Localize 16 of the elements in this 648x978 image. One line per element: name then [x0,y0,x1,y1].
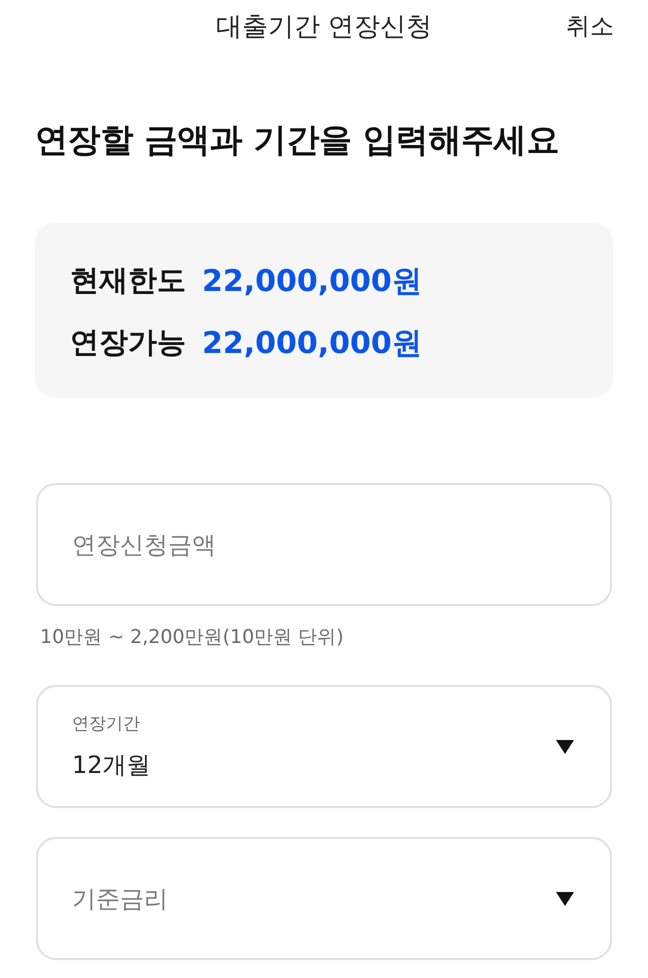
page-heading: 연장할 금액과 기간을 입력해주세요 [35,119,560,161]
helper-text: 10만원 ~ 2,200만원(10만원 단위) [40,625,345,650]
dropdown-field[interactable]: 연장기간 12개월 [36,685,612,808]
caret-icon [556,892,574,906]
dropdown-field[interactable]: 기준금리 [36,837,612,960]
field-placeholder: 기준금리 [72,884,169,914]
limit-amount: 22,000,000원 [202,262,422,300]
limit-label: 현재한도 [70,262,186,299]
cancel-button[interactable]: 취소 [566,10,614,42]
amount-input-field[interactable]: 연장신청금액 [36,483,612,606]
limit-amount: 22,000,000원 [202,324,422,362]
limit-label: 연장가능 [70,324,186,361]
caret-icon [556,740,574,754]
field-value: 12개월 [72,750,152,780]
screen-title: 대출기간 연장신청 [216,10,432,44]
field-label: 연장기간 [72,712,141,736]
